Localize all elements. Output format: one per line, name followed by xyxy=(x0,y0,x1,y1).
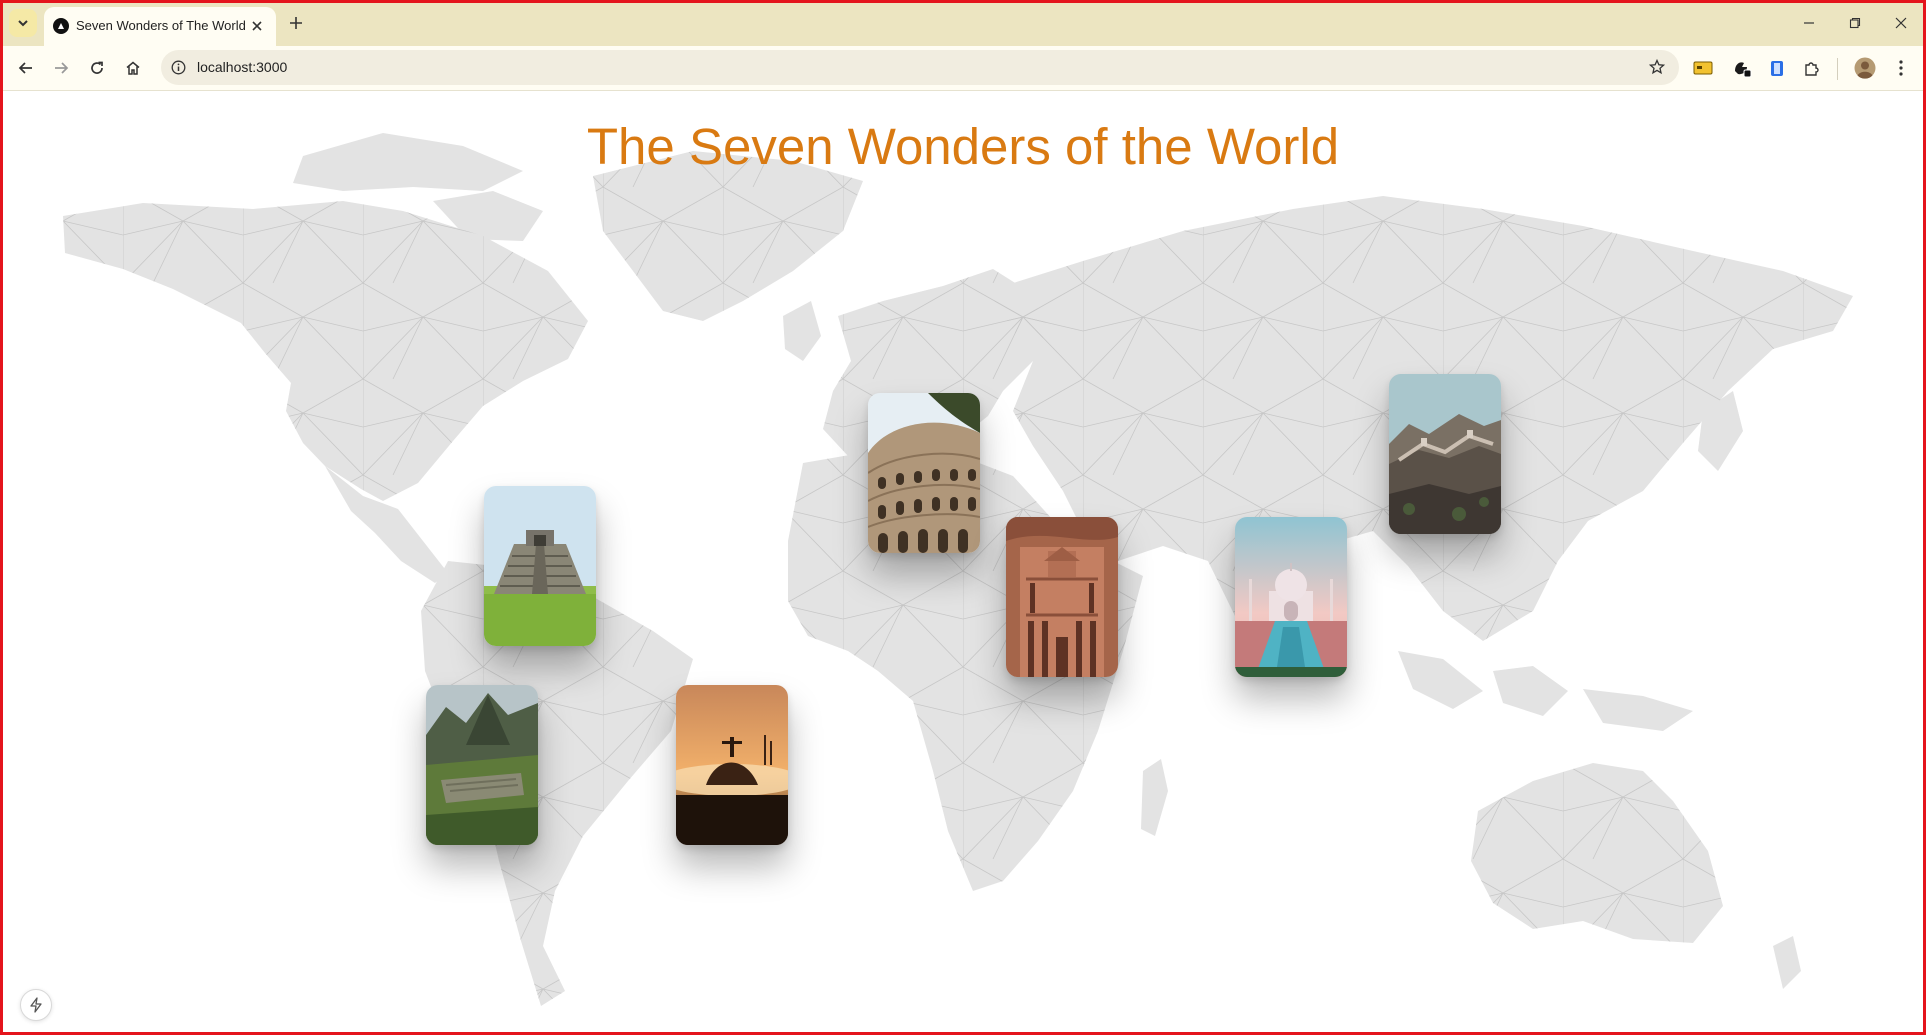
close-window-icon xyxy=(1895,17,1907,29)
nextjs-logo-icon xyxy=(53,18,69,34)
tab-active[interactable]: Seven Wonders of The World xyxy=(44,7,276,46)
close-icon[interactable] xyxy=(248,17,266,35)
lightning-icon xyxy=(30,997,42,1013)
tab-strip: Seven Wonders of The World xyxy=(0,0,1926,46)
chichen-itza-image xyxy=(484,486,596,646)
back-button[interactable] xyxy=(13,55,39,81)
dev-tools-button[interactable] xyxy=(20,989,52,1021)
wonder-card-christ-the-redeemer[interactable] xyxy=(676,685,788,845)
wonder-card-chichen-itza[interactable] xyxy=(484,486,596,646)
address-bar[interactable]: localhost:3000 xyxy=(161,50,1679,85)
arrow-left-icon xyxy=(18,62,32,74)
restore-button[interactable] xyxy=(1842,10,1868,36)
chevron-down-icon xyxy=(18,20,28,27)
browser-toolbar: localhost:3000 xyxy=(0,46,1926,91)
new-tab-button[interactable] xyxy=(286,13,306,33)
wonder-card-colosseum[interactable] xyxy=(868,393,980,553)
page-title: The Seven Wonders of the World xyxy=(586,118,1340,175)
restore-icon xyxy=(1849,17,1861,29)
colosseum-image xyxy=(868,393,980,553)
wonder-card-petra[interactable] xyxy=(1006,517,1118,677)
arrow-right-icon xyxy=(55,62,69,74)
reload-button[interactable] xyxy=(84,55,110,81)
forward-button[interactable] xyxy=(48,55,74,81)
url-text[interactable]: localhost:3000 xyxy=(197,59,287,75)
star-icon[interactable] xyxy=(1647,57,1667,77)
christ-the-redeemer-image xyxy=(676,685,788,845)
machu-picchu-image xyxy=(426,685,538,845)
close-window-button[interactable] xyxy=(1888,10,1914,36)
page-content: The Seven Wonders of the World xyxy=(3,91,1923,1032)
petra-image xyxy=(1006,517,1118,677)
reload-icon xyxy=(91,61,103,74)
wonder-card-great-wall[interactable] xyxy=(1389,374,1501,534)
wonder-card-machu-picchu[interactable] xyxy=(426,685,538,845)
plus-icon xyxy=(290,17,302,29)
great-wall-image xyxy=(1389,374,1501,534)
minimize-icon xyxy=(1804,22,1814,24)
home-button[interactable] xyxy=(120,55,146,81)
info-icon[interactable] xyxy=(170,59,187,76)
world-map xyxy=(63,133,1853,1006)
tab-title: Seven Wonders of The World xyxy=(76,18,246,33)
wallet-extension-icon[interactable] xyxy=(1729,55,1755,81)
tab-search-button[interactable] xyxy=(9,9,37,37)
toolbar-separator xyxy=(1837,58,1838,80)
avatar[interactable] xyxy=(1852,55,1878,81)
minimize-button[interactable] xyxy=(1796,10,1822,36)
wonder-card-taj-mahal[interactable] xyxy=(1235,517,1347,677)
home-icon xyxy=(126,61,140,75)
clipboard-extension-icon[interactable] xyxy=(1764,55,1790,81)
kebab-menu-icon[interactable] xyxy=(1888,55,1914,81)
puzzle-icon[interactable] xyxy=(1799,55,1825,81)
card-extension-icon[interactable] xyxy=(1690,55,1716,81)
taj-mahal-image xyxy=(1235,517,1347,677)
